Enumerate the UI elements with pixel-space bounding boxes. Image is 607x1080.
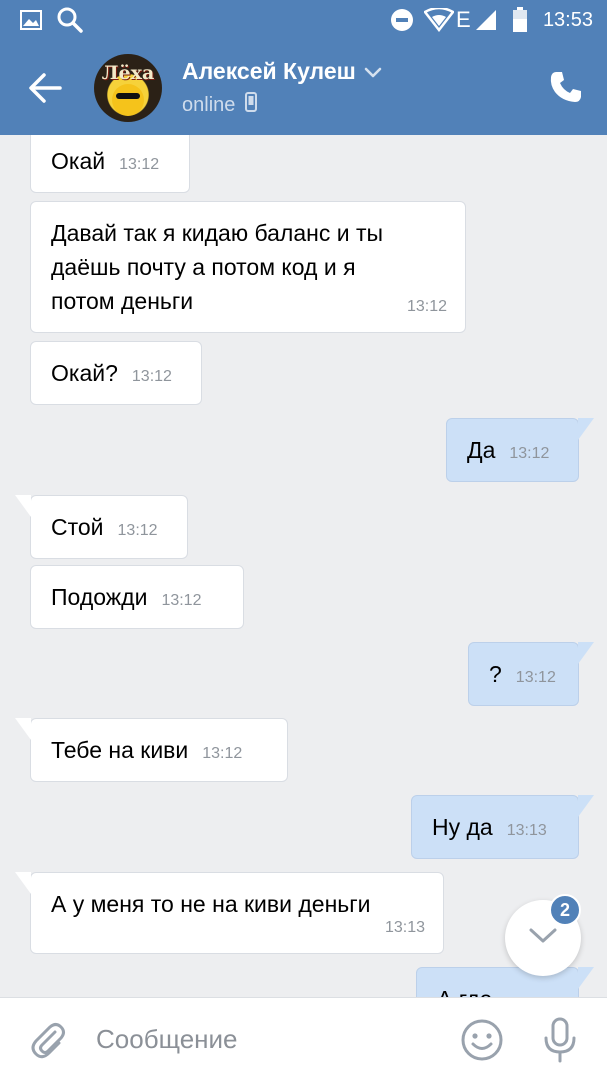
message-bubble-outgoing[interactable]: Да 13:12 (446, 418, 594, 482)
message-bubble-outgoing[interactable]: ? 13:12 (468, 642, 594, 706)
avatar[interactable]: Лёха (94, 54, 162, 122)
clock: 13:53 (542, 8, 593, 31)
back-arrow-icon[interactable] (26, 68, 66, 108)
message-time: 13:13 (506, 822, 547, 839)
message-text: Окай (51, 148, 106, 174)
message-bubble-incoming[interactable]: Тебе на киви 13:12 (15, 718, 288, 782)
message-composer: Сообщение (0, 997, 607, 1080)
online-status-text: online (182, 93, 236, 116)
message-bubble-incoming[interactable]: Окай? 13:12 (30, 341, 202, 405)
phone-call-icon[interactable] (549, 70, 583, 104)
bubble-tail (15, 495, 31, 517)
message-text: ? (489, 661, 502, 687)
message-text-line: Давай так я кидаю баланс и ты (51, 220, 384, 246)
chat-header: Лёха Алексей Кулеш online (0, 40, 607, 135)
do-not-disturb-icon (390, 0, 414, 40)
message-text: А где (437, 986, 492, 997)
network-type-label: E (456, 7, 471, 32)
sunglasses-shape (116, 93, 140, 99)
message-time: 13:12 (119, 156, 160, 173)
message-bubble-incoming[interactable]: Окай 13:12 (30, 135, 190, 193)
message-list[interactable]: Окай 13:12 Давай так я кидаю баланс и ты … (0, 135, 607, 997)
paperclip-icon[interactable] (28, 1020, 68, 1060)
message-text: Тебе на киви (51, 737, 189, 763)
gallery-notification-icon (20, 0, 42, 40)
search-notification-icon (56, 0, 84, 40)
message-text: А у меня то не на киви деньги (51, 891, 371, 917)
message-text: Да (467, 437, 496, 463)
message-time: 13:13 (384, 919, 425, 936)
message-text-line: даёшь почту а потом код и я (51, 254, 356, 280)
message-text-line: потом деньги (51, 288, 194, 314)
message-time: 13:12 (161, 592, 202, 609)
message-bubble-incoming[interactable]: Давай так я кидаю баланс и ты даёшь почт… (30, 201, 466, 333)
mobile-device-icon (245, 92, 258, 118)
bubble-tail (578, 795, 594, 817)
message-input[interactable]: Сообщение (96, 1024, 238, 1055)
bubble-tail (15, 872, 31, 894)
message-text: Стой (51, 514, 104, 540)
sunglasses-emoji-icon (112, 84, 144, 116)
contact-name-text: Алексей Кулеш (182, 58, 356, 84)
message-text: Окай? (51, 360, 118, 386)
bubble-tail (578, 418, 594, 440)
bubble-tail (15, 718, 31, 740)
message-text: Ну да (432, 814, 493, 840)
unread-count-badge: 2 (549, 894, 581, 926)
message-time: 13:12 (509, 445, 550, 462)
message-bubble-incoming[interactable]: А у меня то не на киви деньги 13:13 (15, 872, 444, 954)
message-time: 13:12 (202, 745, 243, 762)
message-bubble-incoming[interactable]: Стой 13:12 (15, 495, 188, 559)
signal-icon (474, 0, 498, 40)
message-text: Подожди (51, 584, 148, 610)
message-time: 13:12 (117, 522, 158, 539)
avatar-caption: Лёха (101, 62, 155, 84)
status-bar: E 13:53 (0, 0, 607, 40)
message-bubble-incoming[interactable]: Подожди 13:12 (30, 565, 244, 629)
contact-name[interactable]: Алексей Кулеш (182, 58, 382, 85)
bubble-tail (578, 967, 594, 989)
chevron-down-icon (528, 927, 558, 950)
bubble-tail (578, 642, 594, 664)
microphone-icon[interactable] (542, 1016, 578, 1064)
chevron-down-icon (364, 58, 382, 85)
message-time: 13:12 (406, 298, 447, 315)
message-bubble-outgoing[interactable]: Ну да 13:13 (411, 795, 594, 859)
wifi-icon (424, 0, 454, 40)
message-time: 13:12 (515, 669, 556, 686)
contact-status: online (182, 92, 258, 118)
battery-icon (512, 0, 528, 40)
message-time: 13:12 (131, 368, 172, 385)
emoji-icon[interactable] (460, 1018, 504, 1062)
